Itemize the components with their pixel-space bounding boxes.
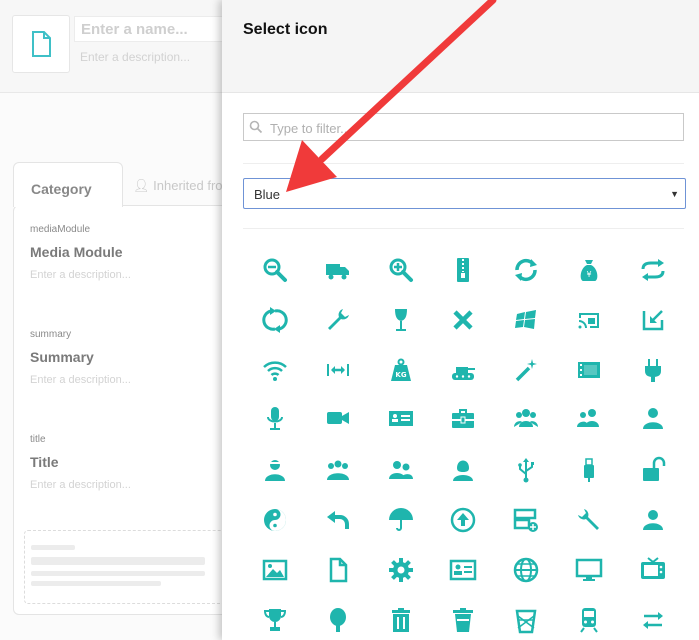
field-description[interactable]: Enter a description... [30, 374, 131, 386]
usb-stick-icon[interactable] [569, 450, 609, 490]
usb-icon[interactable] [506, 450, 546, 490]
zip-icon[interactable] [443, 250, 483, 290]
name-input[interactable]: Enter a name... [74, 16, 224, 42]
film-strip-icon[interactable] [569, 350, 609, 390]
video-camera-icon[interactable] [318, 398, 358, 438]
svg-text:¥: ¥ [586, 270, 591, 279]
user-icon[interactable] [633, 398, 673, 438]
field-key: mediaModule [30, 224, 91, 235]
trash-icon[interactable] [381, 600, 421, 640]
placeholder-line [31, 545, 75, 550]
money-bag-icon[interactable]: ¥ [569, 250, 609, 290]
field-description[interactable]: Enter a description... [30, 479, 131, 491]
globe-icon[interactable] [506, 550, 546, 590]
color-select-value: Blue [254, 187, 281, 202]
train-icon[interactable] [569, 600, 609, 640]
user-beard-icon[interactable] [255, 450, 295, 490]
field-name[interactable]: Title [30, 454, 59, 470]
wrench-alt-icon[interactable] [569, 500, 609, 540]
trash-alt-icon[interactable] [443, 600, 483, 640]
users-alt-icon[interactable] [381, 450, 421, 490]
tree-icon[interactable] [318, 600, 358, 640]
field-key: summary [30, 329, 72, 340]
close-icon[interactable] [443, 300, 483, 340]
user-circle-icon[interactable] [633, 500, 673, 540]
truck-icon[interactable] [318, 250, 358, 290]
tab-inherited-label: Inherited fro [153, 178, 223, 193]
filter-input[interactable] [268, 117, 672, 139]
document-type-icon-tile[interactable] [12, 15, 70, 73]
monitor-icon[interactable] [569, 550, 609, 590]
tank-icon[interactable] [443, 350, 483, 390]
zoom-in-icon[interactable] [381, 250, 421, 290]
windows-logo-icon[interactable] [506, 300, 546, 340]
weight-kg-icon[interactable]: KG [381, 350, 421, 390]
field-name[interactable]: Media Module [30, 244, 123, 260]
cast-icon[interactable] [569, 300, 609, 340]
tab-inherited[interactable]: 👤︎ Inherited fro [133, 178, 223, 194]
document-icon [32, 31, 51, 57]
field-key: title [30, 434, 46, 445]
waste-bin-icon[interactable] [506, 600, 546, 640]
users-team-icon[interactable] [318, 450, 358, 490]
microphone-icon[interactable] [255, 398, 295, 438]
gear-icon[interactable] [381, 550, 421, 590]
filter-field[interactable] [243, 113, 684, 141]
field-name[interactable]: Summary [30, 349, 94, 365]
yin-yang-icon[interactable] [255, 500, 295, 540]
add-field-dropzone[interactable] [24, 530, 226, 604]
wifi-icon[interactable] [255, 350, 295, 390]
description-input[interactable]: Enter a description... [80, 50, 190, 64]
picture-icon[interactable] [255, 550, 295, 590]
toolbox-icon[interactable] [443, 398, 483, 438]
users-group-icon[interactable] [506, 398, 546, 438]
placeholder-line [31, 557, 205, 565]
users-icon[interactable] [569, 398, 609, 438]
dialog-header: Select icon [222, 0, 699, 93]
placeholder-line [31, 581, 161, 586]
user-female-icon[interactable] [443, 450, 483, 490]
tab-category-label: Category [31, 181, 92, 197]
wrench-icon[interactable] [318, 300, 358, 340]
placeholder-line [31, 571, 205, 576]
plug-icon[interactable] [633, 350, 673, 390]
resize-horizontal-icon[interactable] [318, 350, 358, 390]
umbrella-icon[interactable] [381, 500, 421, 540]
field-description[interactable]: Enter a description... [30, 269, 131, 281]
document-icon[interactable] [318, 550, 358, 590]
repeat-icon[interactable] [633, 250, 673, 290]
unlock-icon[interactable] [633, 450, 673, 490]
icon-grid: ¥ KG [243, 246, 699, 640]
id-card-icon[interactable] [381, 398, 421, 438]
wine-glass-icon[interactable] [381, 300, 421, 340]
transfer-icon[interactable] [633, 600, 673, 640]
zoom-out-icon[interactable] [255, 250, 295, 290]
chevron-down-icon: ▼ [670, 189, 679, 199]
contact-card-icon[interactable] [443, 550, 483, 590]
divider [243, 163, 684, 164]
server-add-icon[interactable] [506, 500, 546, 540]
dialog-title: Select icon [243, 21, 328, 38]
download-icon[interactable] [633, 300, 673, 340]
upload-icon[interactable] [443, 500, 483, 540]
refresh-icon[interactable] [255, 300, 295, 340]
magic-wand-icon[interactable] [506, 350, 546, 390]
divider [243, 228, 684, 229]
color-select[interactable]: Blue ▼ [243, 178, 686, 209]
person-icon: 👤︎ [133, 178, 150, 193]
tab-category[interactable]: Category [13, 162, 123, 207]
select-icon-dialog: Select icon Blue ▼ ¥ KG [222, 0, 699, 640]
undo-icon[interactable] [318, 500, 358, 540]
search-icon [249, 120, 263, 134]
sync-icon[interactable] [506, 250, 546, 290]
tv-icon[interactable] [633, 550, 673, 590]
trophy-icon[interactable] [255, 600, 295, 640]
svg-text:KG: KG [395, 371, 406, 379]
